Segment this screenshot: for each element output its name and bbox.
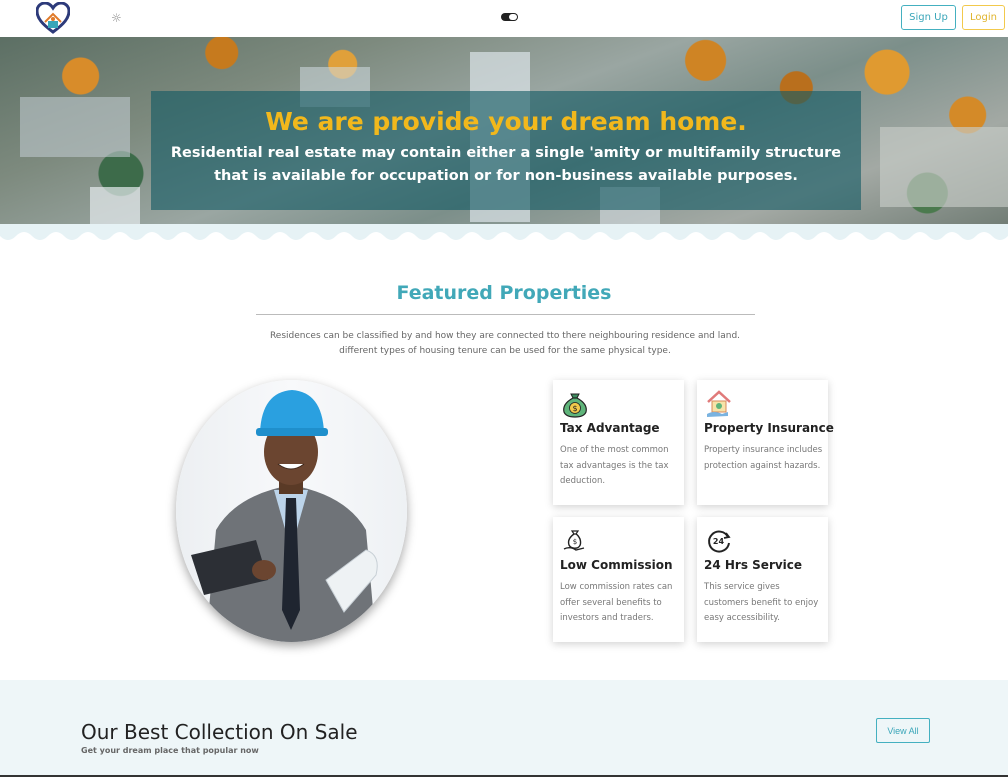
feature-card-tax[interactable]: $ Tax Advantage One of the most common t…: [553, 380, 684, 505]
view-all-button[interactable]: View All: [876, 718, 930, 743]
collection-title: Our Best Collection On Sale: [81, 720, 358, 744]
featured-desc-line2: different types of housing tenure can be…: [339, 346, 671, 356]
card-text: Low commission rates can offer several b…: [560, 582, 673, 623]
money-bag-icon: $: [563, 393, 587, 418]
svg-text:$: $: [572, 404, 577, 413]
feature-card-commission[interactable]: $ Low Commission Low commission rates ca…: [553, 517, 684, 642]
card-title: 24 Hrs Service: [704, 558, 803, 572]
featured-divider: [256, 314, 755, 315]
login-button[interactable]: Login: [962, 5, 1005, 30]
hero-title: We are provide your dream home.: [265, 107, 747, 136]
24-hours-icon: 24: [708, 530, 731, 553]
card-text: Property insurance includes protection a…: [704, 445, 823, 471]
card-title: Property Insurance: [704, 421, 834, 435]
feature-card-insurance[interactable]: Property Insurance Property insurance in…: [697, 380, 834, 505]
card-title: Low Commission: [560, 558, 673, 572]
house-insurance-icon: [707, 390, 731, 417]
feature-card-service[interactable]: 24 24 Hrs Service This service gives cus…: [697, 517, 828, 642]
card-title: Tax Advantage: [560, 421, 660, 435]
collection-section: Our Best Collection On Sale Get your dre…: [0, 680, 1008, 777]
hero-text: Residential real estate may contain eith…: [170, 145, 842, 184]
svg-text:$: $: [573, 538, 577, 546]
theme-toggle[interactable]: [501, 13, 518, 21]
wave-divider: [0, 224, 1008, 246]
signup-button[interactable]: Sign Up: [901, 5, 956, 30]
commission-icon: $: [563, 530, 585, 551]
collection-subtitle: Get your dream place that popular now: [81, 746, 259, 755]
card-text: One of the most common tax advantages is…: [560, 445, 669, 486]
featured-title: Featured Properties: [396, 282, 612, 304]
featured-desc-line1: Residences can be classified by and how …: [269, 331, 741, 341]
svg-text:24: 24: [713, 537, 725, 546]
card-text: This service gives customers benefit to …: [704, 582, 819, 623]
theme-sun-icon[interactable]: ☼: [111, 12, 122, 24]
site-header: ☼ Sign Up Login: [0, 0, 1008, 37]
logo-icon[interactable]: [36, 2, 70, 34]
featured-description: Residences can be classified by and how …: [240, 329, 770, 359]
agent-photo: [176, 380, 407, 642]
